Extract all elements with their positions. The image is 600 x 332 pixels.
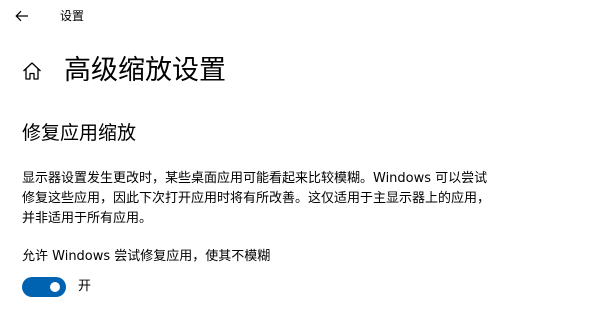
toggle-state-text: 开 xyxy=(78,279,92,294)
section-description: 显示器设置发生更改时，某些桌面应用可能看起来比较模糊。Windows 可以尝试修… xyxy=(22,171,491,226)
title-bar: 设置 xyxy=(0,0,600,32)
fix-scaling-toggle[interactable] xyxy=(22,277,66,297)
section-title: 修复应用缩放 xyxy=(22,122,137,144)
home-icon xyxy=(21,60,43,82)
back-arrow-icon xyxy=(15,10,28,22)
toggle-knob xyxy=(50,282,60,292)
fix-scaling-toggle-label: 允许 Windows 尝试修复应用，使其不模糊 xyxy=(22,249,271,264)
page-title: 高级缩放设置 xyxy=(64,55,226,86)
back-button[interactable] xyxy=(10,5,34,27)
app-title: 设置 xyxy=(60,9,85,23)
